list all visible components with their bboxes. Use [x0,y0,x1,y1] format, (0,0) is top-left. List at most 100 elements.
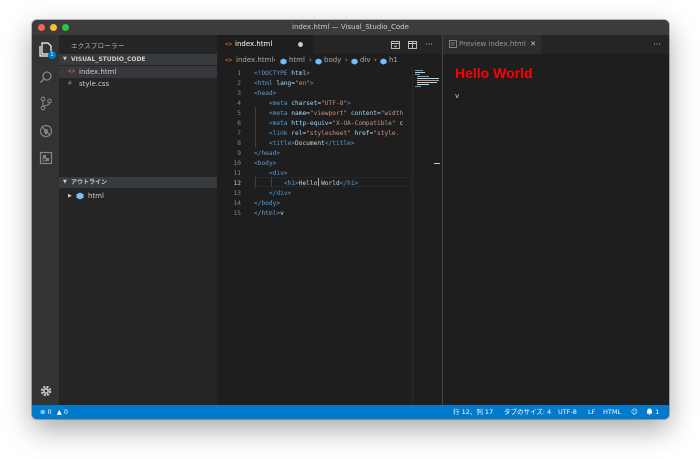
minimap-line [417,78,439,79]
line-number: 12 [233,180,241,187]
debug-icon[interactable] [37,122,54,139]
zoom-window-button[interactable] [62,24,69,31]
code-line[interactable]: <meta http-equiv="X-UA-Compatible" c [254,119,403,129]
code-token: </title> [324,140,355,147]
code-token: <meta [268,120,292,127]
minimize-window-button[interactable] [50,24,57,31]
code-line[interactable]: <meta charset="UTF-8"> [254,99,351,109]
outline-section-header[interactable]: ▼ アウトライン [59,177,217,188]
breadcrumb-item[interactable]: h1 [389,54,398,67]
folder-section-header[interactable]: ▼ VISUAL_STUDIO_CODE [59,54,217,65]
line-number: 6 [237,120,241,127]
chevron-right-icon: › [273,56,276,64]
encoding[interactable]: UTF-8 [558,405,577,419]
element-cube-icon [351,57,358,67]
code-line[interactable]: <div> [254,169,288,179]
code-token: Document [294,140,325,147]
html-file-icon: <> [225,41,233,48]
language-mode[interactable]: HTML [603,405,621,419]
minimap-line [415,72,425,73]
code-token: http-equiv [291,120,329,127]
tab-label: index.html [235,40,273,48]
notifications[interactable]: 1 [646,405,659,419]
outline-item-label: html [88,192,104,200]
feedback-smiley-icon[interactable]: ☺ [631,405,638,419]
code-line[interactable]: <h1>Hello World</h1> [254,179,359,189]
open-preview-to-side-icon[interactable] [389,35,401,54]
breadcrumb-item[interactable]: html [289,54,305,67]
file-item-style-css[interactable]: # style.css [59,78,217,90]
element-cube-icon [76,192,84,204]
unsaved-dot-icon[interactable] [298,42,303,47]
code-line[interactable]: <head> [254,89,276,99]
minimap-line [417,82,437,83]
code-line[interactable]: </div> [254,189,291,199]
code-line[interactable]: </body> [254,199,280,209]
cursor-position[interactable]: 行 12、列 17 [453,405,493,419]
tab-index-html[interactable]: <> index.html [217,35,313,54]
chevron-right-icon: ▶ [68,193,72,199]
code-token: </html> [254,210,281,217]
code-token: rel [291,130,303,137]
code-token: "en" [295,80,310,87]
more-actions-icon[interactable]: ··· [423,35,435,54]
explorer-icon[interactable]: 1 [37,41,56,59]
code-line[interactable]: <link rel="stylesheet" href="style. [254,129,399,139]
code-line[interactable]: <meta name="viewport" content="width [254,109,403,119]
close-window-button[interactable] [38,24,45,31]
code-line[interactable]: <title>Document</title> [254,139,355,149]
scrollbar-cursor-marker [434,163,440,164]
code-line[interactable]: <html lang="en"> [254,79,314,89]
source-control-icon[interactable] [37,95,54,112]
warning-count: 0 [63,408,68,416]
code-line[interactable]: <body> [254,159,276,169]
editor-group: <> index.html ··· <> index.html › html ›… [217,35,442,405]
tab-label: Preview index.html [459,40,526,48]
code-token: "viewport" [309,110,348,117]
element-cube-icon [380,57,387,67]
code-token: </body> [254,200,281,207]
chevron-right-icon: › [345,56,348,64]
outline-item-html[interactable]: ▶ html [59,190,217,202]
end-of-line[interactable]: LF [588,405,595,419]
folder-name: VISUAL_STUDIO_CODE [71,56,146,63]
split-editor-icon[interactable] [406,35,418,54]
settings-gear-icon[interactable] [37,382,54,399]
code-line[interactable]: </head> [254,149,280,159]
search-icon[interactable] [37,68,54,85]
html-file-icon: <> [225,57,233,64]
breadcrumb-item[interactable]: index.html [236,54,273,67]
code-token: "UTF-8" [321,100,348,107]
code-token: <head> [254,90,277,97]
line-number: 13 [233,190,241,197]
text-cursor [318,178,319,186]
tab-size[interactable]: タブのサイズ: 4 [504,405,551,419]
html-file-icon: <> [68,68,76,75]
breadcrumb-item[interactable]: div [360,54,371,67]
extensions-icon[interactable] [37,149,54,166]
minimap-line [417,80,439,81]
close-icon[interactable]: ✕ [530,35,536,54]
line-number: 3 [237,90,241,97]
file-item-index-html[interactable]: <> index.html [59,66,217,78]
editor-tab-bar: <> index.html ··· [217,35,442,54]
minimap[interactable] [412,67,442,405]
code-token: </head> [254,150,281,157]
breadcrumb-item[interactable]: body [324,54,341,67]
code-token: <h1> [283,180,299,187]
minimap-line [417,76,429,77]
code-token: <div> [268,170,288,177]
error-icon: ⊗ [40,408,46,416]
breadcrumb: <> index.html › html › body › div › h1 [217,54,442,67]
code-token: </div> [268,190,292,197]
line-number: 5 [237,110,241,117]
code-line[interactable]: </html>v [254,209,284,219]
code-token: > [306,70,310,77]
problems-indicator[interactable]: ⊗ 0 ▲ 0 [40,405,68,419]
more-actions-icon[interactable]: ··· [651,35,663,54]
code-editor[interactable]: <!DOCTYPE html> <html lang="en"> <head> <m… [254,67,412,237]
tab-preview[interactable]: Preview index.html ✕ [443,35,541,54]
code-line[interactable]: <!DOCTYPE html> [254,69,310,79]
code-token: <body> [254,160,277,167]
